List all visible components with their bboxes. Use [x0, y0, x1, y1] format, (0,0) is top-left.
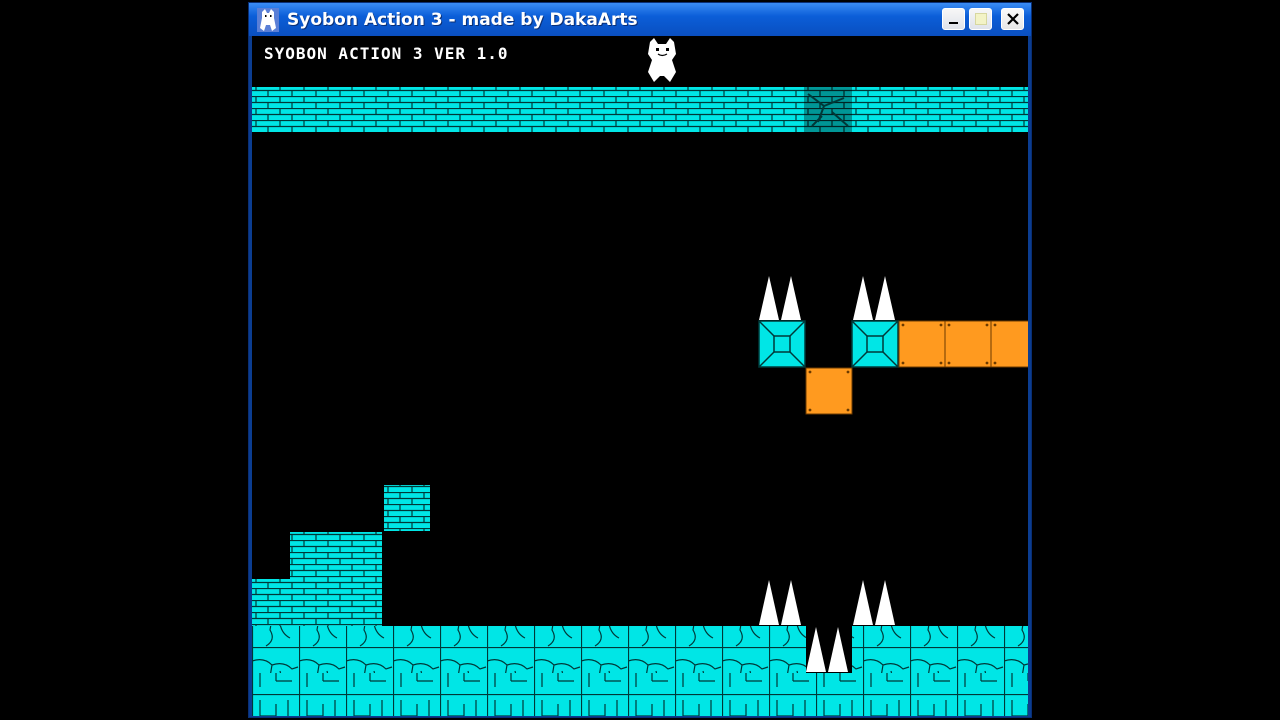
maximize-button[interactable] [969, 8, 992, 30]
brick-step-middle [290, 532, 382, 626]
spikes-upper-right [853, 276, 895, 320]
ceiling-brick-row [252, 87, 1028, 132]
spikes-ground-right [853, 580, 895, 625]
cyan-hard-block-2 [851, 320, 899, 368]
spikes-upper-left [759, 276, 801, 320]
brick-step-low [252, 579, 290, 626]
game-scene [252, 38, 1028, 716]
title-bar[interactable]: Syobon Action 3 - made by DakaArts [249, 3, 1031, 36]
orange-block-row [898, 320, 1028, 368]
cyan-hard-block-1 [758, 320, 806, 368]
close-button[interactable] [1001, 8, 1024, 30]
cat-app-icon [257, 7, 279, 32]
cracked-brick [804, 87, 852, 132]
hud-version-text: SYOBON ACTION 3 VER 1.0 [264, 44, 509, 63]
window-title: Syobon Action 3 - made by DakaArts [287, 9, 638, 30]
ground-top-left [252, 626, 806, 673]
ground-top-right [852, 626, 1028, 673]
close-icon [1007, 13, 1019, 25]
orange-block-single [805, 367, 853, 415]
game-window: Syobon Action 3 - made by DakaArts SYOBO… [248, 2, 1032, 718]
spikes-ground-left [759, 580, 801, 625]
game-canvas[interactable]: SYOBON ACTION 3 VER 1.0 [252, 36, 1028, 716]
cat-player-sprite [648, 38, 676, 82]
floating-brick [384, 485, 430, 531]
ground-bottom-row [252, 673, 1028, 716]
minimize-button[interactable] [942, 8, 965, 30]
